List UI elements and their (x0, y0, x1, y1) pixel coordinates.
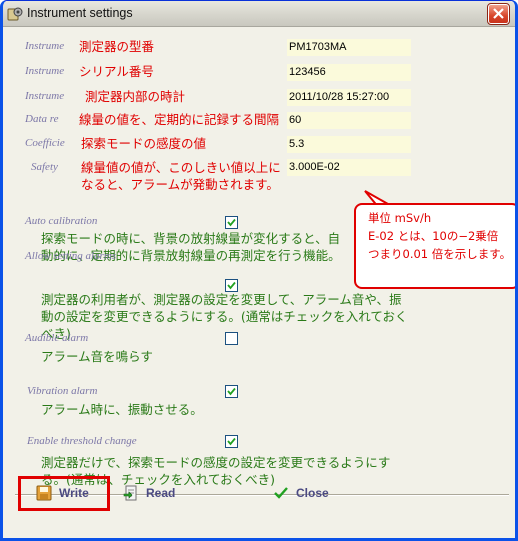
annotation-serial-number: シリアル番号 (79, 63, 154, 80)
callout-line-exponent: E-02 とは、10の−2乗倍 (368, 229, 499, 243)
close-window-button[interactable] (487, 3, 510, 25)
data-record-interval-field[interactable]: 60 (287, 112, 411, 129)
field-label-instrument-clock: Instrume (25, 90, 65, 102)
close-icon (493, 8, 504, 19)
option-label-allow-setting-alarms: Allow setting alarms (25, 250, 117, 262)
checkmark-icon (274, 487, 288, 499)
annotation-safety-threshold: 線量値の値が、このしきい値以上になると、アラームが発動されます。 (81, 159, 291, 193)
close-button-label: Close (296, 486, 329, 500)
vibration-alarm-checkbox[interactable] (225, 385, 238, 398)
window-title: Instrument settings (27, 6, 133, 20)
field-label-instrument-model: Instrume (25, 40, 65, 52)
instrument-model-field[interactable]: PM1703MA (287, 39, 411, 56)
option-label-enable-threshold-change: Enable threshold change (27, 435, 137, 447)
instrument-settings-window: Instrument settings Instrume 測定器の型番 PM17… (0, 0, 518, 541)
save-disk-icon (36, 485, 52, 501)
option-label-auto-calibration: Auto calibration (25, 215, 98, 227)
desc-audible-alarm: アラーム音を鳴らす (41, 349, 153, 364)
close-button[interactable]: Close (273, 479, 329, 507)
option-label-audible-alarm: Audible alarm (25, 332, 89, 344)
unit-callout: 単位 mSv/h E-02 とは、10の−2乗倍 つまり0.01 倍を示します。 (354, 203, 515, 289)
auto-calibration-checkbox[interactable] (225, 216, 238, 229)
serial-number-field[interactable]: 123456 (287, 64, 411, 81)
checkmark-icon (227, 218, 236, 227)
field-label-serial-number: Instrume (25, 65, 65, 77)
checkmark-icon (227, 437, 236, 446)
annotation-instrument-clock: 測定器内部の時計 (85, 88, 186, 105)
read-button[interactable]: Read (123, 479, 175, 507)
field-label-safety-threshold: Safety (31, 161, 58, 173)
option-label-vibration-alarm: Vibration alarm (27, 385, 98, 397)
annotation-instrument-model: 測定器の型番 (79, 38, 155, 55)
checkmark-icon (227, 281, 236, 290)
coefficient-field[interactable]: 5.3 (287, 136, 411, 153)
settings-panel: Instrume 測定器の型番 PM1703MA Instrume シリアル番号… (3, 27, 515, 538)
audible-alarm-checkbox[interactable] (225, 332, 238, 345)
safety-threshold-field[interactable]: 3.000E-02 (287, 159, 411, 176)
desc-vibration-alarm: アラーム時に、振動させる。 (41, 402, 203, 417)
app-icon (7, 7, 23, 21)
annotation-data-record-interval: 線量の値を、定期的に記録する間隔 (79, 111, 280, 128)
title-bar[interactable]: Instrument settings (3, 1, 515, 27)
instrument-clock-field[interactable]: 2011/10/28 15:27:00 (287, 89, 411, 106)
read-button-label: Read (146, 486, 176, 500)
callout-line-unit: 単位 mSv/h (368, 211, 432, 225)
enable-threshold-change-checkbox[interactable] (225, 435, 238, 448)
field-label-coefficient: Coefficie (25, 137, 65, 149)
write-button-label: Write (59, 486, 89, 500)
checkmark-icon (227, 387, 236, 396)
read-document-icon (123, 485, 137, 501)
field-label-data-record-interval: Data re (25, 113, 59, 125)
callout-line-meaning: つまり0.01 倍を示します。 (368, 247, 512, 261)
annotation-coefficient: 探索モードの感度の値 (81, 135, 207, 152)
write-button[interactable]: Write (36, 479, 89, 507)
